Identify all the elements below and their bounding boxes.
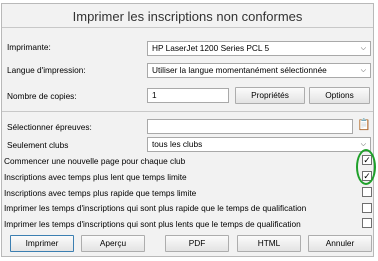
copies-input[interactable]: 1 — [147, 88, 229, 103]
language-label: Langue d'impression: — [7, 65, 86, 75]
properties-button[interactable]: Propriétés — [235, 87, 305, 104]
checkbox-faster[interactable] — [362, 187, 372, 197]
printer-select-value: HP LaserJet 1200 Series PCL 5 — [152, 43, 270, 53]
copies-label: Nombre de copies: — [7, 91, 77, 101]
clubs-select-value: tous les clubs — [152, 139, 203, 149]
preview-button[interactable]: Aperçu — [81, 235, 145, 252]
print-dialog: Imprimer les inscriptions non conformes … — [1, 3, 376, 257]
chevron-down-icon: ⌵ — [360, 67, 366, 74]
chevron-down-icon: ⌵ — [360, 45, 366, 52]
clubs-label: Seulement clubs — [7, 140, 69, 150]
checkbox-slower-qualif[interactable] — [362, 218, 372, 228]
language-select[interactable]: Utiliser la langue momentanément sélecti… — [147, 63, 371, 78]
checkbox-label-faster-qualif: Imprimer les temps d'inscriptions qui so… — [4, 203, 307, 213]
cancel-button[interactable]: Annuler — [308, 235, 372, 252]
options-button[interactable]: Options — [309, 87, 370, 104]
section-divider — [2, 111, 373, 112]
checkbox-faster-qualif[interactable] — [362, 203, 372, 213]
checkbox-label-slower: Inscriptions avec temps plus lent que te… — [4, 172, 187, 182]
pdf-button[interactable]: PDF — [165, 235, 229, 252]
html-button[interactable]: HTML — [237, 235, 301, 252]
checkbox-label-faster: Inscriptions avec temps plus rapide que … — [4, 188, 197, 198]
printer-select[interactable]: HP LaserJet 1200 Series PCL 5 ⌵ — [147, 41, 371, 56]
events-label: Sélectionner épreuves: — [7, 122, 92, 132]
highlight-ring — [356, 149, 376, 185]
clipboard-icon[interactable]: 📋 — [357, 118, 371, 133]
title-divider — [2, 27, 373, 28]
printer-label: Imprimante: — [7, 42, 51, 52]
events-input[interactable] — [147, 119, 353, 134]
dialog-title: Imprimer les inscriptions non conformes — [72, 9, 303, 24]
print-button[interactable]: Imprimer — [10, 235, 74, 252]
clubs-select[interactable]: tous les clubs ⌵ — [147, 137, 371, 152]
checkbox-label-slower-qualif: Imprimer les temps d'inscriptions qui so… — [4, 219, 301, 229]
checkbox-label-new-page: Commencer une nouvelle page pour chaque … — [4, 156, 186, 166]
language-select-value: Utiliser la langue momentanément sélecti… — [152, 65, 327, 75]
